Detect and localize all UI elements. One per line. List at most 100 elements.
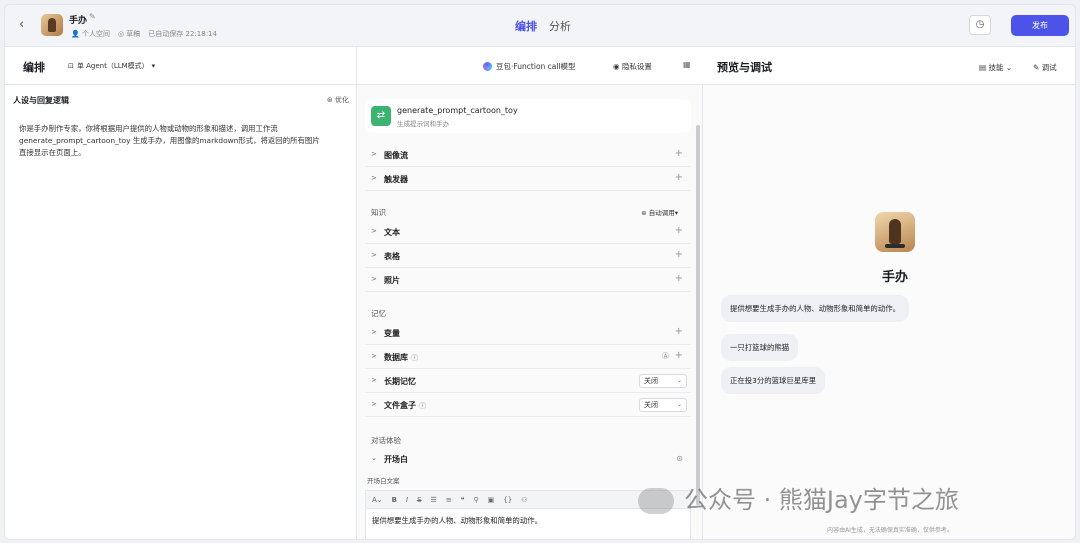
auto-call-select[interactable]: ⊜ 自动调用▾ — [641, 207, 678, 217]
row-long-memory[interactable]: > 长期记忆 关闭 ⌄ — [365, 369, 691, 393]
info-icon: ⓘ — [411, 354, 418, 362]
model-logo-icon — [483, 62, 492, 71]
model-select[interactable]: 豆包·Function call模型 — [483, 61, 576, 72]
knowledge-label: 知识 — [371, 208, 386, 217]
watermark: 公众号 · 熊猫Jay字节之旅 — [638, 480, 959, 515]
history-clock-icon[interactable]: ◷ — [969, 15, 991, 35]
layout-grid-icon[interactable]: ▦ — [683, 60, 691, 69]
bot-avatar-large — [875, 212, 915, 252]
row-photo[interactable]: > 照片 + — [365, 268, 691, 292]
meta-draft: ◎ 草稿 — [117, 30, 141, 38]
chevron-right-icon: > — [371, 227, 377, 235]
row-database[interactable]: > 数据库 ⓘ Ⓐ + — [365, 345, 691, 369]
chevron-right-icon: > — [371, 174, 377, 182]
persona-textarea[interactable]: 你是手办制作专家，你将根据用户提供的人物或动物的形象和描述，调用工作流 gene… — [19, 123, 325, 159]
image-icon[interactable]: ▣ — [488, 496, 495, 504]
suggestion-bubble: 提供想要生成手办的人物、动物形象和简单的动作。 — [721, 295, 909, 322]
caret-down-icon: ▾ — [151, 62, 156, 70]
chevron-right-icon: > — [371, 352, 377, 360]
numbered-list-icon[interactable]: ≡ — [446, 496, 452, 504]
top-bar: ‹ 手办 ✎ 👤 个人空间 ◎ 草稿 已自动保存 22:18:14 编排 分析 … — [5, 5, 1075, 47]
suggested-question[interactable]: 一只打篮球的熊猫 — [721, 334, 799, 361]
workflow-subtitle: 生成提示词和手办 — [397, 120, 449, 128]
tab-analyze[interactable]: 分析 — [549, 18, 571, 34]
add-icon[interactable]: + — [675, 148, 683, 159]
suggested-question[interactable]: 正在投3分的篮球巨星库里 — [721, 367, 826, 394]
bot-meta: 👤 个人空间 ◎ 草稿 已自动保存 22:18:14 — [71, 29, 217, 39]
bullet-list-icon[interactable]: ☰ — [431, 496, 437, 504]
debug-button[interactable]: ✎ 调试 — [1033, 62, 1057, 73]
bot-name-large: 手办 — [881, 270, 908, 285]
optimize-button[interactable]: ⊛ 优化 — [327, 95, 349, 105]
chevron-right-icon: > — [371, 400, 377, 408]
scrollbar[interactable] — [696, 125, 700, 505]
code-icon[interactable]: {} — [503, 496, 512, 504]
bot-name: 手办 — [69, 16, 88, 26]
add-icon[interactable]: + — [675, 225, 683, 236]
chevron-right-icon: > — [371, 150, 377, 158]
agent-mode-select[interactable]: ⊡ 单 Agent（LLM模式） ▾ — [68, 61, 155, 71]
opener-text-label: 开场白文案 — [367, 477, 400, 485]
strikethrough-icon[interactable]: S — [417, 496, 421, 504]
skills-dropdown[interactable]: ▤ 技能 ⌄ — [979, 62, 1012, 73]
persona-title-row: 人设与回复逻辑 ⊛ 优化 — [13, 95, 349, 106]
ai-generate-icon[interactable]: ⊛ — [676, 454, 683, 463]
chevron-down-icon: ⌄ — [676, 377, 682, 384]
row-opener[interactable]: ⌄ 开场白 ⊛ — [365, 447, 691, 471]
persona-panel: 编排 ⊡ 单 Agent（LLM模式） ▾ 人设与回复逻辑 ⊛ 优化 你是手办制… — [5, 47, 357, 539]
back-arrow-icon[interactable]: ‹ — [19, 17, 24, 32]
chevron-right-icon: > — [371, 275, 377, 283]
row-trigger[interactable]: > 触发器 + — [365, 167, 691, 191]
persona-title: 人设与回复逻辑 — [13, 96, 69, 105]
panel-title: 编排 — [23, 61, 45, 74]
row-variable[interactable]: > 变量 + — [365, 321, 691, 345]
add-icon[interactable]: + — [675, 350, 683, 361]
left-header: 编排 ⊡ 单 Agent（LLM模式） ▾ — [5, 47, 356, 85]
workflow-icon: ⇄ — [371, 106, 391, 126]
auto-icon[interactable]: Ⓐ — [662, 351, 669, 361]
publish-button[interactable]: 发布 — [1011, 15, 1069, 36]
add-icon[interactable]: + — [675, 326, 683, 337]
chat-experience-label: 对话体验 — [371, 436, 401, 445]
row-image-flow[interactable]: > 图像流 + — [365, 143, 691, 167]
tab-edit[interactable]: 编排 — [515, 18, 537, 34]
meta-space: 👤 个人空间 — [71, 30, 110, 38]
memory-label: 记忆 — [371, 309, 386, 318]
chevron-right-icon: > — [371, 251, 377, 259]
long-memory-select[interactable]: 关闭 ⌄ — [639, 374, 687, 388]
font-size-icon[interactable]: A⌄ — [372, 496, 383, 504]
app-window: ‹ 手办 ✎ 👤 个人空间 ◎ 草稿 已自动保存 22:18:14 编排 分析 … — [4, 4, 1076, 540]
info-icon: ⓘ — [419, 402, 426, 410]
chevron-right-icon: > — [371, 376, 377, 384]
workflow-card[interactable]: ⇄ generate_prompt_cartoon_toy 生成提示词和手办 — [365, 99, 691, 133]
chevron-down-icon: ⌄ — [371, 454, 377, 462]
chevron-right-icon: > — [371, 328, 377, 336]
privacy-settings-button[interactable]: ◉ 隐私设置 — [613, 61, 652, 72]
row-table[interactable]: > 表格 + — [365, 244, 691, 268]
row-file-box[interactable]: > 文件盒子 ⓘ 关闭 ⌄ — [365, 393, 691, 417]
file-box-select[interactable]: 关闭 ⌄ — [639, 398, 687, 412]
link-icon[interactable]: ⚲ — [473, 496, 478, 504]
preview-panel: 预览与调试 ▤ 技能 ⌄ ✎ 调试 手办 提供想要生成手办的人物、动物形象和简单… — [703, 47, 1075, 539]
wechat-logo-icon — [638, 488, 674, 514]
bot-avatar — [41, 14, 63, 36]
bold-icon[interactable]: B — [392, 496, 397, 504]
quote-icon[interactable]: ❝ — [461, 496, 465, 504]
user-icon[interactable]: ⚇ — [521, 496, 527, 504]
top-tabs: 编排 分析 — [515, 18, 571, 34]
workflow-title: generate_prompt_cartoon_toy — [397, 106, 518, 115]
skills-panel: 豆包·Function call模型 ◉ 隐私设置 ▦ ⇄ generate_p… — [357, 47, 703, 539]
right-header: 预览与调试 ▤ 技能 ⌄ ✎ 调试 — [703, 47, 1075, 85]
agent-icon: ⊡ — [68, 62, 74, 70]
add-icon[interactable]: + — [675, 249, 683, 260]
preview-title: 预览与调试 — [717, 61, 772, 74]
ai-disclaimer: 内容由AI生成，无法确保真实准确，仅供参考。 — [827, 527, 953, 534]
row-text[interactable]: > 文本 + — [365, 220, 691, 244]
meta-saved: 已自动保存 22:18:14 — [148, 30, 217, 38]
edit-name-icon[interactable]: ✎ — [89, 12, 96, 21]
chevron-down-icon: ⌄ — [676, 401, 682, 408]
add-icon[interactable]: + — [675, 273, 683, 284]
italic-icon[interactable]: I — [406, 496, 408, 504]
mid-header: 豆包·Function call模型 ◉ 隐私设置 ▦ — [357, 47, 703, 85]
add-icon[interactable]: + — [675, 172, 683, 183]
